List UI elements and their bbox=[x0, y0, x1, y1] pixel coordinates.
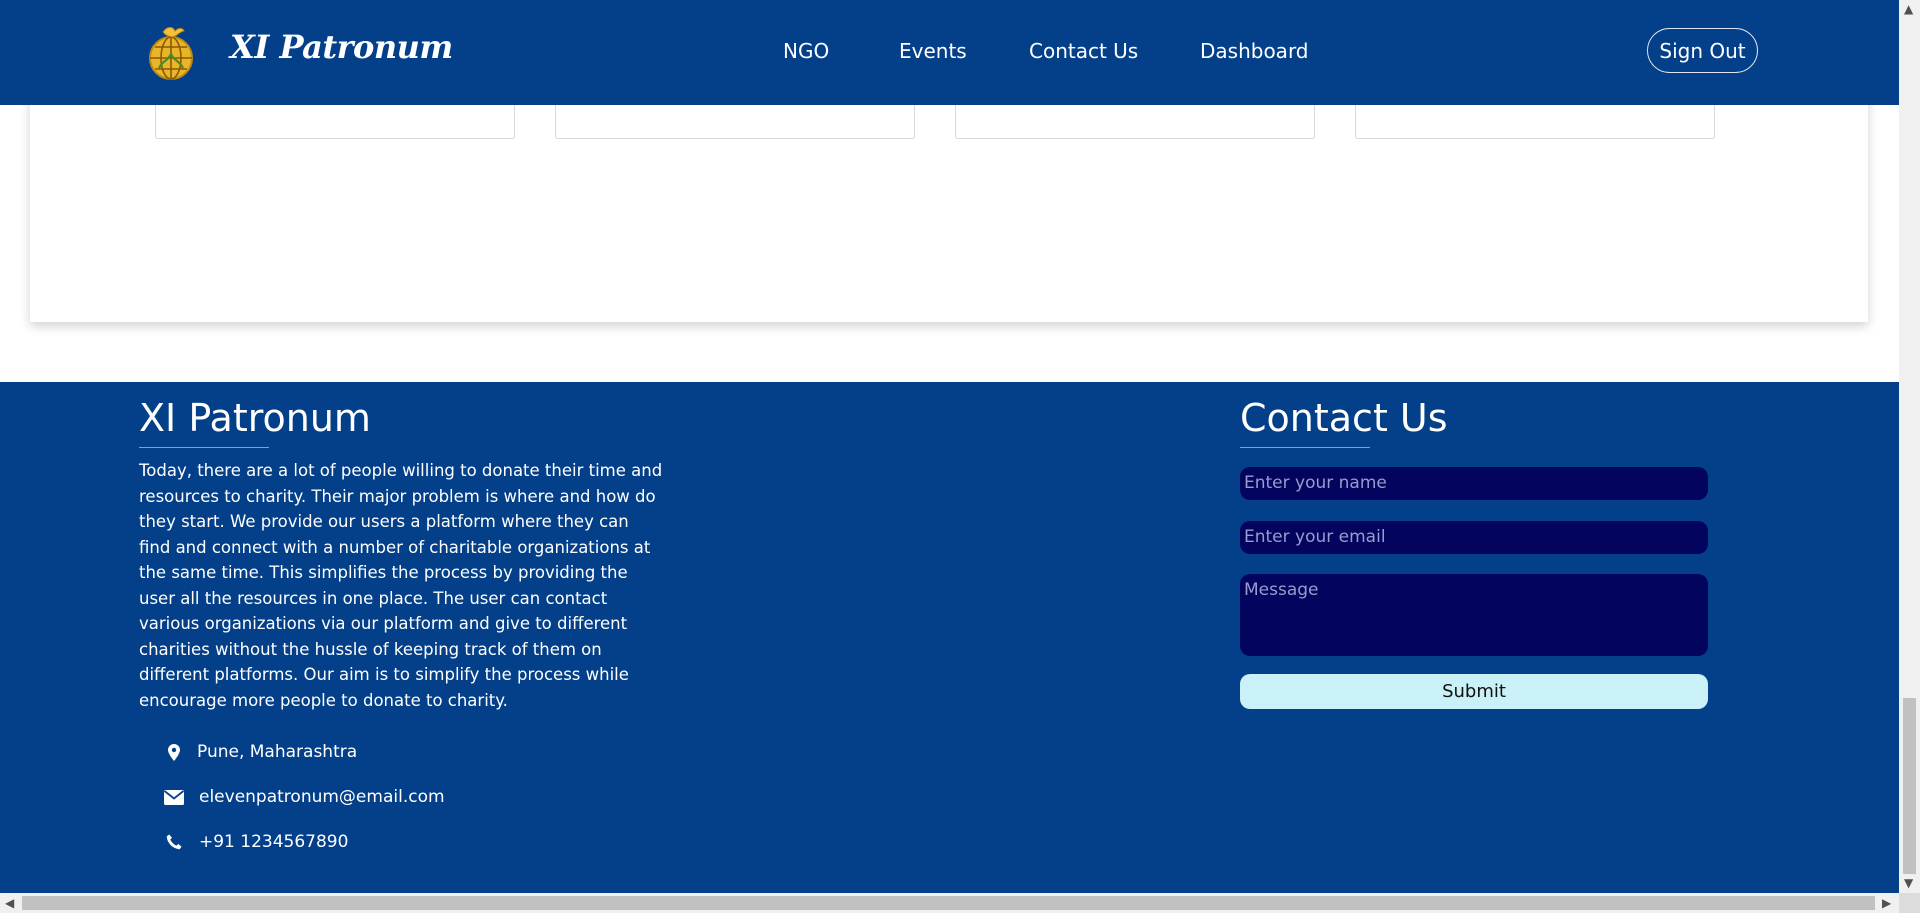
vertical-scrollbar[interactable]: ▲ ▼ bbox=[1899, 0, 1920, 893]
footer: XI Patronum Today, there are a lot of pe… bbox=[0, 382, 1899, 893]
page-viewport: XI Patronum NGO Events Contact Us Dashbo… bbox=[0, 0, 1899, 893]
name-input[interactable]: Enter your name bbox=[1240, 467, 1708, 500]
email-text[interactable]: elevenpatronum@email.com bbox=[199, 787, 445, 807]
about-text: Today, there are a lot of people willing… bbox=[139, 461, 663, 710]
footer-about-title: XI Patronum bbox=[139, 396, 371, 440]
sign-out-button[interactable]: Sign Out bbox=[1647, 28, 1758, 73]
map-marker-icon bbox=[163, 742, 185, 762]
phone-text[interactable]: +91 1234567890 bbox=[199, 832, 348, 852]
phone-item: +91 1234567890 bbox=[163, 832, 348, 852]
globe-dove-logo[interactable] bbox=[145, 22, 197, 82]
scroll-up-icon[interactable]: ▲ bbox=[1904, 3, 1913, 15]
nav-contact-us[interactable]: Contact Us bbox=[1029, 39, 1138, 63]
scrollbar-corner bbox=[1899, 893, 1920, 913]
contact-title-underline bbox=[1240, 447, 1370, 448]
location-item: Pune, Maharashtra bbox=[163, 742, 357, 762]
nav-ngo[interactable]: NGO bbox=[783, 39, 829, 63]
horizontal-scrollbar[interactable]: ◀ ▶ bbox=[0, 893, 1899, 913]
location-text: Pune, Maharashtra bbox=[197, 742, 358, 762]
email-input[interactable]: Enter your email bbox=[1240, 521, 1708, 554]
brand-title[interactable]: XI Patronum bbox=[230, 28, 453, 66]
nav-dashboard[interactable]: Dashboard bbox=[1200, 39, 1309, 63]
email-item: elevenpatronum@email.com bbox=[163, 787, 445, 807]
envelope-icon bbox=[163, 787, 185, 807]
scroll-left-icon[interactable]: ◀ bbox=[5, 897, 14, 909]
phone-icon bbox=[163, 832, 185, 852]
footer-contact-title: Contact Us bbox=[1240, 396, 1448, 440]
scroll-down-icon[interactable]: ▼ bbox=[1904, 877, 1913, 889]
submit-button[interactable]: Submit bbox=[1240, 674, 1708, 709]
about-title-underline bbox=[139, 447, 269, 448]
horizontal-scroll-thumb[interactable] bbox=[22, 896, 1875, 910]
message-textarea[interactable]: Message bbox=[1240, 574, 1708, 656]
navbar: XI Patronum NGO Events Contact Us Dashbo… bbox=[0, 0, 1899, 105]
nav-events[interactable]: Events bbox=[899, 39, 967, 63]
vertical-scroll-thumb[interactable] bbox=[1903, 698, 1916, 874]
scroll-right-icon[interactable]: ▶ bbox=[1882, 897, 1891, 909]
